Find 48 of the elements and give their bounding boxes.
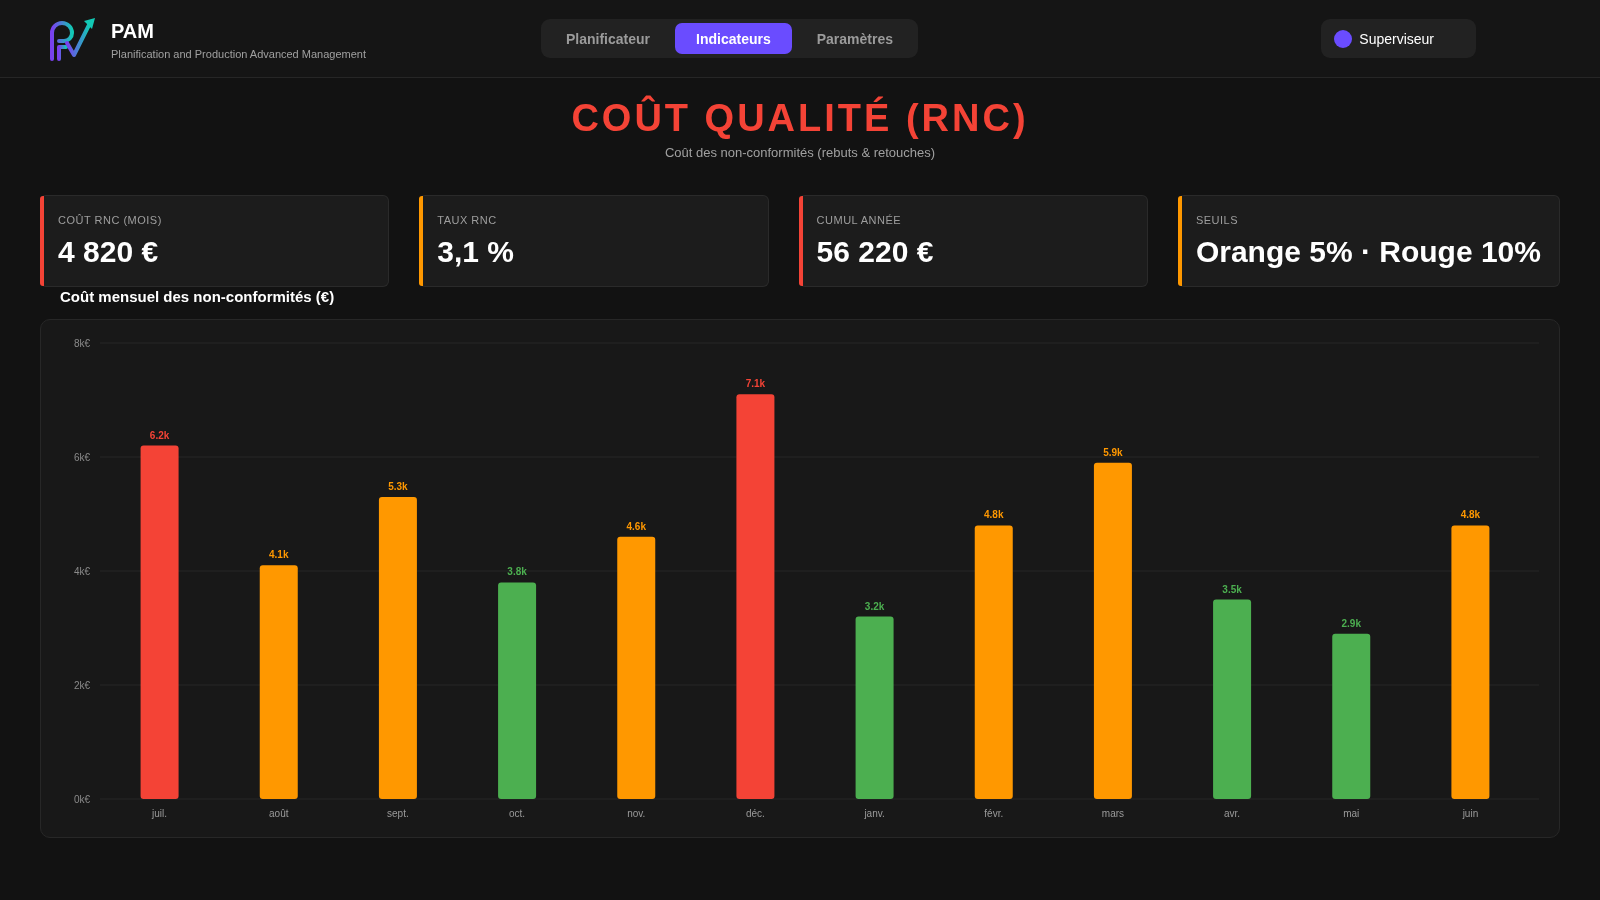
app-title: PAM	[111, 20, 155, 42]
kpi-label: SEUILS	[1195, 213, 1240, 227]
kpi-value: Orange 5% · Rouge 10%	[1195, 234, 1541, 270]
x-axis-label: avr.	[1224, 808, 1241, 819]
page-subtitle: Coût des non-conformités (rebuts & retouches)	[663, 144, 937, 162]
user-menu-button[interactable]: Superviseur	[1321, 19, 1476, 58]
y-axis-label: 8k€	[73, 337, 90, 349]
bar-value-label: 3.5k	[1222, 583, 1242, 595]
y-axis-label: 2k€	[73, 679, 90, 691]
kpi-value: 56 220 €	[816, 234, 934, 270]
nav-tab[interactable]: Planificateur	[545, 23, 672, 54]
bar-value-label: 5.3k	[388, 480, 408, 492]
kpi-label: TAUX RNC	[437, 213, 498, 227]
bar-value-label: 3.2k	[864, 600, 885, 612]
bar-value-label: 4.8k	[984, 509, 1004, 521]
x-axis-label: janv.	[864, 808, 885, 819]
logo-icon	[48, 16, 96, 61]
x-axis-label: mai	[1343, 808, 1360, 819]
avatar-icon	[1334, 29, 1353, 48]
x-axis-label: août	[269, 808, 289, 819]
bar-value-label: 7.1k	[745, 378, 766, 390]
bar-value-label: 4.8k	[1460, 509, 1481, 521]
nav-tab[interactable]: Indicateurs	[675, 23, 792, 54]
y-axis-label: 6k€	[73, 451, 90, 463]
x-axis-label: févr.	[984, 808, 1004, 819]
bar-value-label: 3.8k	[507, 566, 527, 578]
x-axis-label: mars	[1101, 808, 1125, 819]
app-subtitle: Planification and Production Advanced Management	[111, 48, 366, 61]
x-axis-label: juil.	[152, 808, 168, 819]
bar-value-label: 4.6k	[626, 520, 646, 532]
x-axis-label: nov.	[627, 808, 646, 819]
x-axis-label: déc.	[745, 808, 765, 819]
kpi-label: CUMUL ANNÉE	[816, 213, 903, 227]
bar-value-label: 2.9k	[1341, 617, 1361, 629]
bar-value-label: 5.9k	[1103, 446, 1123, 458]
y-axis-label: 0k€	[73, 793, 90, 805]
kpi-value: 4 820 €	[58, 234, 160, 270]
x-axis-label: oct.	[509, 808, 526, 819]
x-axis-label: sept.	[387, 808, 409, 819]
y-axis-label: 4k€	[73, 565, 90, 577]
kpi-value: 3,1 %	[437, 234, 514, 270]
bar-value-label: 4.1k	[269, 549, 289, 561]
x-axis-label: juin	[1462, 808, 1479, 819]
bar-value-label: 6.2k	[149, 429, 170, 441]
nav-tab[interactable]: Paramètres	[795, 23, 914, 54]
page-title: COÛT QUALITÉ (RNC)	[570, 96, 1030, 140]
chart-title: Coût mensuel des non-conformités (€)	[60, 288, 336, 306]
kpi-label: COÛT RNC (MOIS)	[58, 213, 162, 227]
